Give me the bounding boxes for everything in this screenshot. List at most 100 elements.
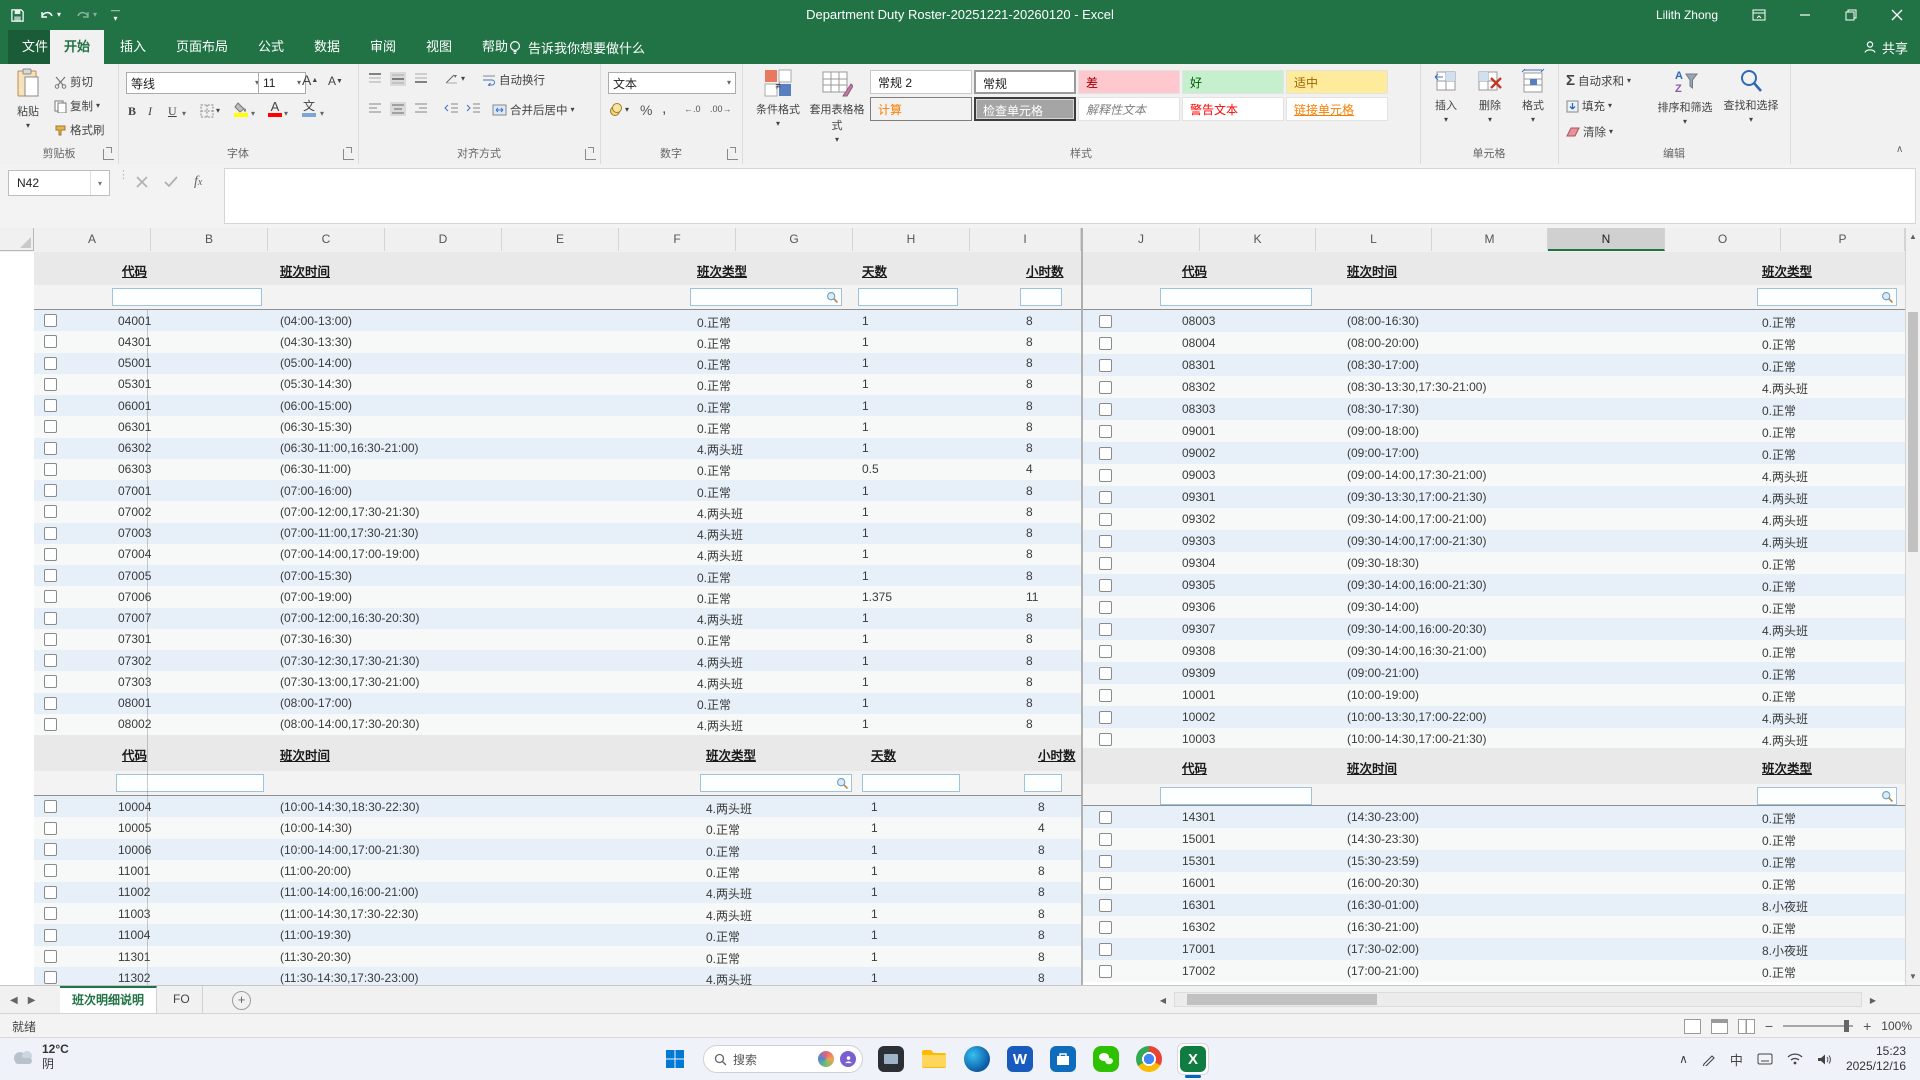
row-checkbox[interactable] bbox=[1099, 579, 1112, 592]
scroll-down-arrow[interactable]: ▼ bbox=[1906, 972, 1920, 981]
column-header-E[interactable]: E bbox=[502, 228, 619, 251]
filter-input[interactable] bbox=[858, 288, 958, 306]
table-row[interactable] bbox=[34, 374, 1081, 395]
weather-widget[interactable]: 12°C阴 bbox=[10, 1042, 69, 1072]
row-checkbox[interactable] bbox=[44, 886, 57, 899]
row-checkbox[interactable] bbox=[44, 357, 57, 370]
font-color-button[interactable]: A bbox=[268, 100, 282, 117]
cut-button[interactable]: 剪切 bbox=[54, 74, 93, 90]
phonetic-button[interactable]: 文 bbox=[302, 100, 316, 117]
italic-button[interactable]: I bbox=[148, 104, 152, 119]
filter-input[interactable] bbox=[862, 774, 960, 792]
ribbon-display-options-button[interactable] bbox=[1736, 0, 1782, 30]
row-checkbox[interactable] bbox=[1099, 921, 1112, 934]
row-checkbox[interactable] bbox=[1099, 425, 1112, 438]
keyboard-icon[interactable] bbox=[1757, 1053, 1773, 1065]
row-checkbox[interactable] bbox=[44, 335, 57, 348]
ribbon-tab[interactable]: 开始 bbox=[50, 30, 104, 64]
row-checkbox[interactable] bbox=[1099, 711, 1112, 724]
formula-input[interactable] bbox=[224, 168, 1916, 224]
tell-me-box[interactable]: 告诉我你想要做什么 bbox=[508, 30, 645, 64]
row-checkbox[interactable] bbox=[44, 463, 57, 476]
row-checkbox[interactable] bbox=[1099, 315, 1112, 328]
row-checkbox[interactable] bbox=[44, 633, 57, 646]
scroll-left-arrow[interactable]: ◀ bbox=[1156, 996, 1170, 1005]
row-checkbox[interactable] bbox=[44, 569, 57, 582]
filter-input[interactable] bbox=[1160, 288, 1312, 306]
row-checkbox[interactable] bbox=[1099, 645, 1112, 658]
sheet-tab[interactable]: 班次明细说明 bbox=[60, 986, 157, 1015]
horizontal-scrollbar[interactable]: ◀ ▶ bbox=[1156, 992, 1880, 1007]
align-top-button[interactable] bbox=[368, 72, 382, 84]
grid-body[interactable]: 代码班次时间班次类型天数小时数04001(04:00-13:00)0.正常180… bbox=[0, 252, 1905, 985]
scroll-right-arrow[interactable]: ▶ bbox=[1866, 996, 1880, 1005]
decrease-indent-button[interactable] bbox=[444, 102, 459, 114]
zoom-in-button[interactable]: + bbox=[1863, 1018, 1871, 1034]
cell-style-9[interactable]: 警告文本 bbox=[1182, 97, 1284, 121]
filter-input[interactable] bbox=[1024, 774, 1062, 792]
table-row[interactable] bbox=[34, 693, 1081, 714]
row-checkbox[interactable] bbox=[1099, 667, 1112, 680]
row-checkbox[interactable] bbox=[1099, 535, 1112, 548]
select-all-corner[interactable] bbox=[0, 228, 34, 251]
cell-style-6[interactable]: 计算 bbox=[870, 97, 972, 121]
cancel-entry-icon[interactable] bbox=[136, 176, 148, 188]
task-view-button[interactable] bbox=[876, 1044, 906, 1074]
row-checkbox[interactable] bbox=[1099, 733, 1112, 746]
vertical-scroll-thumb[interactable] bbox=[1908, 312, 1918, 552]
account-user-name[interactable]: Lilith Zhong bbox=[1656, 8, 1718, 22]
row-checkbox[interactable] bbox=[1099, 469, 1112, 482]
underline-dropdown[interactable]: ▾ bbox=[182, 110, 186, 118]
excel-taskbar-icon[interactable]: X bbox=[1177, 1043, 1209, 1075]
row-checkbox[interactable] bbox=[44, 950, 57, 963]
column-header-I[interactable]: I bbox=[970, 228, 1081, 251]
row-checkbox[interactable] bbox=[1099, 811, 1112, 824]
cell-style-4[interactable]: 好 bbox=[1182, 70, 1284, 94]
wechat-icon[interactable] bbox=[1091, 1044, 1121, 1074]
column-header-L[interactable]: L bbox=[1316, 228, 1432, 251]
page-layout-view-button[interactable] bbox=[1711, 1019, 1728, 1034]
sort-filter-button[interactable]: AZ 排序和筛选▾ bbox=[1654, 68, 1716, 126]
ribbon-tab[interactable]: 视图 bbox=[412, 30, 466, 64]
increase-indent-button[interactable] bbox=[466, 102, 481, 114]
table-row[interactable] bbox=[34, 860, 1081, 881]
row-checkbox[interactable] bbox=[1099, 965, 1112, 978]
table-row[interactable] bbox=[34, 523, 1081, 544]
row-checkbox[interactable] bbox=[1099, 447, 1112, 460]
align-left-button[interactable] bbox=[368, 102, 382, 114]
taskbar-clock[interactable]: 15:23 2025/12/16 bbox=[1846, 1044, 1906, 1074]
new-sheet-button[interactable]: + bbox=[232, 991, 251, 1010]
bold-button[interactable]: B bbox=[128, 104, 136, 119]
zoom-level[interactable]: 100% bbox=[1881, 1019, 1912, 1033]
horizontal-scroll-thumb[interactable] bbox=[1187, 994, 1377, 1005]
table-row[interactable] bbox=[34, 817, 1081, 838]
row-checkbox[interactable] bbox=[44, 800, 57, 813]
column-header-B[interactable]: B bbox=[151, 228, 268, 251]
row-checkbox[interactable] bbox=[1099, 877, 1112, 890]
table-row[interactable] bbox=[34, 395, 1081, 416]
row-checkbox[interactable] bbox=[44, 843, 57, 856]
row-checkbox[interactable] bbox=[1099, 601, 1112, 614]
font-dialog-launcher[interactable] bbox=[343, 149, 354, 160]
enter-entry-icon[interactable] bbox=[164, 176, 178, 188]
maximize-button[interactable] bbox=[1828, 0, 1874, 30]
find-select-button[interactable]: 查找和选择▾ bbox=[1720, 68, 1782, 124]
row-checkbox[interactable] bbox=[44, 378, 57, 391]
increase-decimal-button[interactable]: ←.0 bbox=[684, 104, 701, 114]
close-button[interactable] bbox=[1874, 0, 1920, 30]
row-checkbox[interactable] bbox=[44, 929, 57, 942]
ime-indicator[interactable]: 中 bbox=[1730, 1050, 1743, 1069]
column-header-K[interactable]: K bbox=[1200, 228, 1316, 251]
row-checkbox[interactable] bbox=[44, 697, 57, 710]
sheet-nav-arrows[interactable]: ◀▶ bbox=[10, 986, 35, 1014]
column-header-F[interactable]: F bbox=[619, 228, 736, 251]
ribbon-tab[interactable]: 插入 bbox=[106, 30, 160, 64]
pen-icon[interactable] bbox=[1702, 1052, 1716, 1066]
phonetic-dropdown[interactable]: ▾ bbox=[320, 110, 324, 118]
wrap-text-button[interactable]: 自动换行 bbox=[482, 72, 545, 88]
format-as-table-button[interactable]: 套用表格格式▾ bbox=[808, 68, 866, 144]
align-right-button[interactable] bbox=[414, 102, 428, 114]
column-header-G[interactable]: G bbox=[736, 228, 853, 251]
row-checkbox[interactable] bbox=[44, 822, 57, 835]
column-header-C[interactable]: C bbox=[268, 228, 385, 251]
